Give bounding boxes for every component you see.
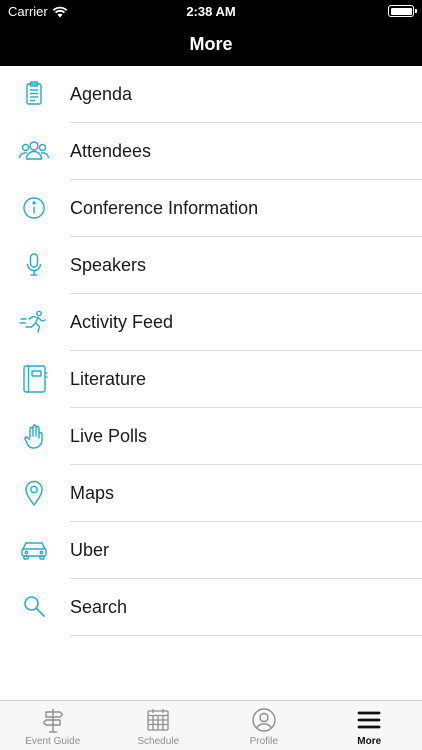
microphone-icon (17, 249, 51, 281)
menu-item-live-polls[interactable]: Live Polls (0, 408, 422, 465)
tab-event-guide[interactable]: Event Guide (0, 701, 106, 750)
menu-item-label: Maps (70, 483, 115, 503)
profile-icon (251, 707, 277, 733)
menu-item-label: Search (70, 597, 128, 617)
status-time: 2:38 AM (186, 4, 236, 19)
menu-item-conference-information[interactable]: Conference Information (0, 180, 422, 237)
signpost-icon (40, 707, 66, 733)
tab-label: Event Guide (25, 736, 81, 747)
menu-item-activity-feed[interactable]: Activity Feed (0, 294, 422, 351)
menu-item-speakers[interactable]: Speakers (0, 237, 422, 294)
info-icon (17, 192, 51, 224)
menu-item-agenda[interactable]: Agenda (0, 66, 422, 123)
menu-item-label: Speakers (70, 255, 147, 275)
people-icon (17, 135, 51, 167)
menu-item-label: Conference Information (70, 198, 259, 218)
divider (70, 635, 422, 636)
tab-label: Schedule (137, 736, 180, 747)
search-icon (17, 591, 51, 623)
tab-label: Profile (249, 736, 278, 747)
car-icon (17, 534, 51, 566)
tab-more[interactable]: More (317, 701, 422, 750)
tab-schedule[interactable]: Schedule (106, 701, 212, 750)
menu-item-attendees[interactable]: Attendees (0, 123, 422, 180)
menu-item-label: Uber (70, 540, 110, 560)
menu-item-search[interactable]: Search (0, 579, 422, 636)
menu-item-maps[interactable]: Maps (0, 465, 422, 522)
menu-item-label: Literature (70, 369, 147, 389)
hand-icon (17, 420, 51, 452)
map-pin-icon (17, 477, 51, 509)
battery-icon (388, 5, 417, 17)
menu-item-label: Agenda (70, 84, 133, 104)
status-bar: Carrier 2:38 AM (0, 0, 422, 22)
hamburger-icon (356, 707, 382, 733)
tab-profile[interactable]: Profile (211, 701, 317, 750)
menu-item-label: Live Polls (70, 426, 148, 446)
menu-item-label: Activity Feed (70, 312, 174, 332)
menu-item-label: Attendees (70, 141, 152, 161)
notebook-icon (17, 363, 51, 395)
navigation-bar: More (0, 22, 422, 66)
menu-item-literature[interactable]: Literature (0, 351, 422, 408)
tab-label: More (357, 736, 382, 747)
clipboard-icon (17, 78, 51, 110)
menu-item-uber[interactable]: Uber (0, 522, 422, 579)
page-title: More (189, 33, 233, 54)
tab-bar: Event Guide Schedule Profile More (0, 700, 422, 750)
calendar-icon (145, 707, 171, 733)
more-menu-list: Agenda Attendees Conference Information (0, 66, 422, 636)
runner-icon (17, 306, 51, 338)
